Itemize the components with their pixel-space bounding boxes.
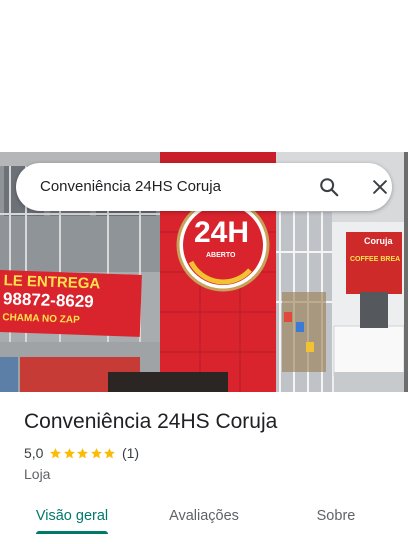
photo-edge (404, 152, 408, 392)
search-icon[interactable] (318, 176, 340, 198)
place-category: Loja (24, 466, 51, 482)
rating-stars (49, 447, 117, 460)
tab-reviews[interactable]: Avaliações (160, 494, 248, 538)
star-icon (104, 447, 116, 458)
sign-aberto-text: ABERTO (206, 252, 236, 259)
tab-about[interactable]: Sobre (300, 494, 372, 538)
sign-24h-text: 24H (194, 216, 250, 249)
rating-row[interactable]: 5,0 (1) (24, 444, 139, 462)
star-icon (77, 447, 89, 458)
rating-value: 5,0 (24, 445, 44, 461)
tab-reviews-label: Avaliações (169, 508, 239, 524)
star-icon (64, 447, 75, 458)
search-input[interactable]: Conveniência 24HS Coruja (40, 178, 221, 195)
coffee-sign-top: Coruja (364, 236, 393, 246)
delivery-banner-line3: CHAMA NO ZAP (2, 312, 80, 326)
delivery-banner-phone: 98872-8629 (2, 289, 95, 312)
place-name: Conveniência 24HS Coruja (24, 410, 278, 433)
place-tabs: Visão geral Avaliações Sobre (0, 494, 408, 544)
coffee-sign-bottom: COFFEE BREA (350, 256, 401, 263)
map-blank-area (0, 0, 408, 152)
delivery-banner: LE ENTREGA 98872-8629 CHAMA NO ZAP (0, 270, 142, 337)
search-bar[interactable]: Conveniência 24HS Coruja (16, 163, 392, 211)
review-count[interactable]: (1) (122, 445, 139, 461)
star-icon (50, 447, 62, 458)
star-icon (91, 447, 102, 458)
close-icon[interactable] (370, 177, 390, 197)
active-tab-indicator (36, 531, 108, 534)
tab-about-label: Sobre (316, 508, 356, 524)
tab-overview-label: Visão geral (35, 508, 109, 524)
